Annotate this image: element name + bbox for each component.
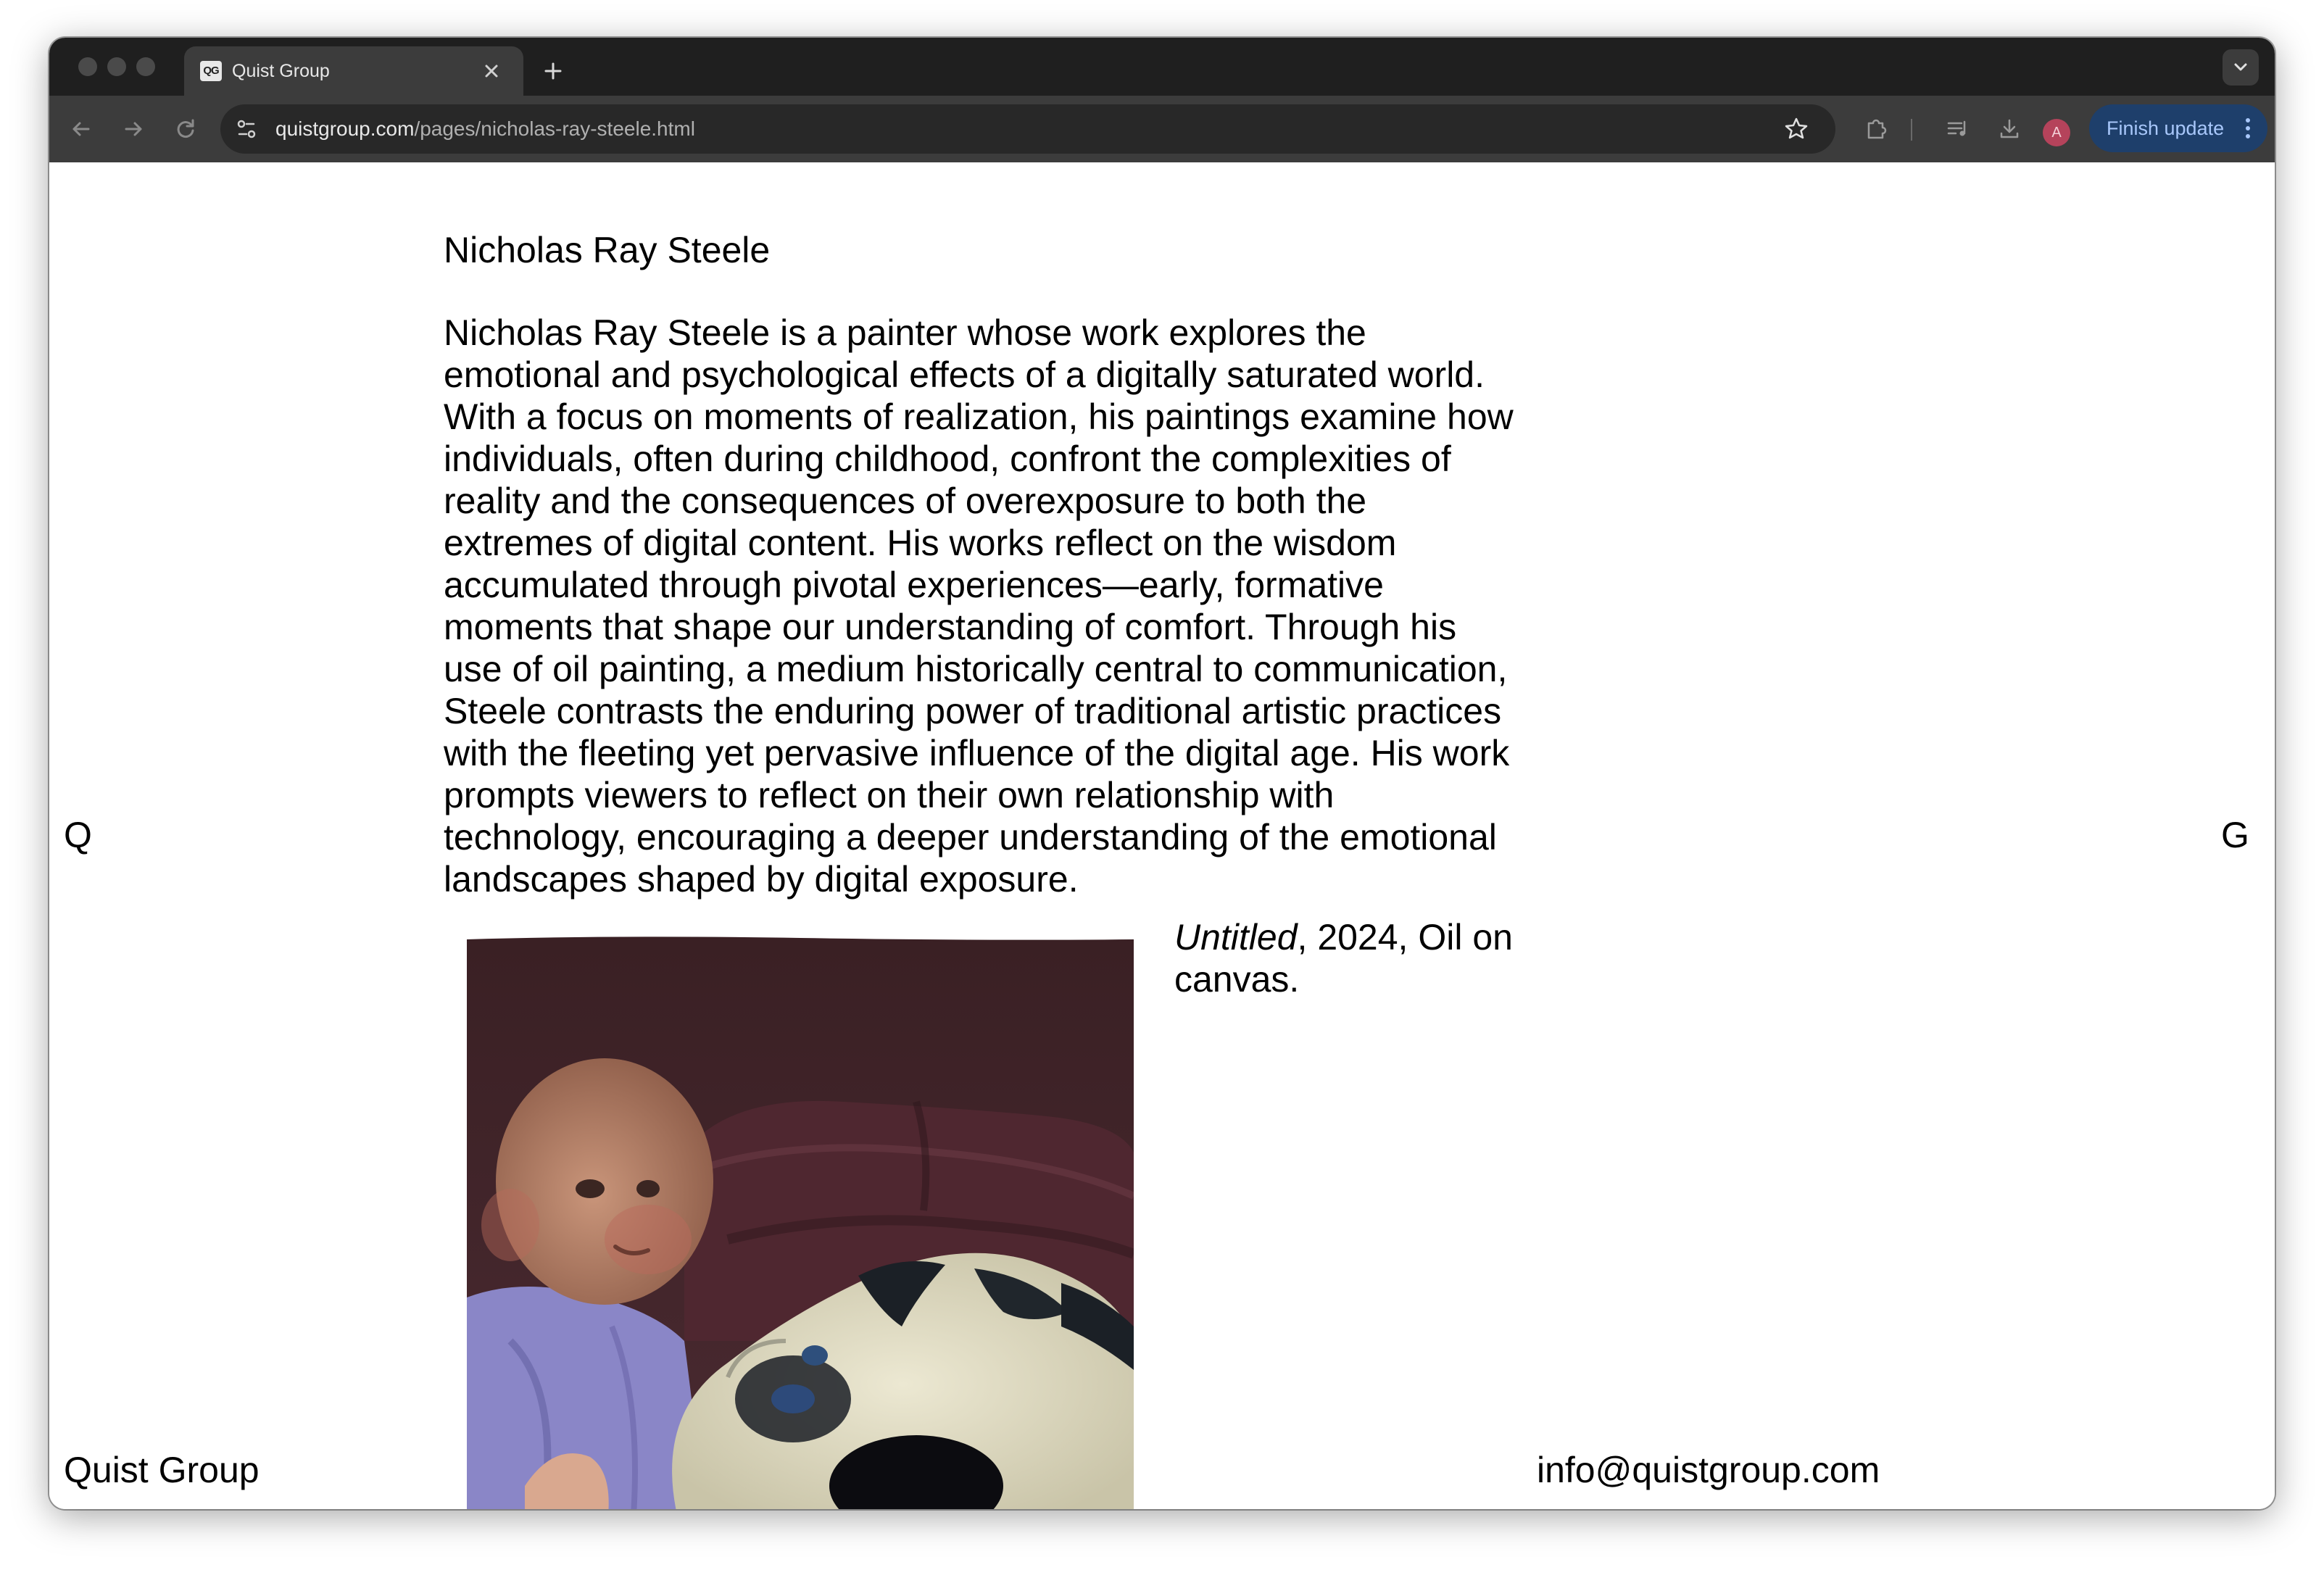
- tab-search-button[interactable]: [2223, 49, 2259, 86]
- toolbar-divider: [1911, 119, 1912, 141]
- site-settings-icon[interactable]: [232, 115, 261, 144]
- tab-quist-group[interactable]: QG Quist Group: [184, 46, 523, 96]
- artist-name-heading: Nicholas Ray Steele: [444, 230, 771, 270]
- forward-button[interactable]: [116, 112, 151, 146]
- arrow-right-icon: [125, 122, 142, 136]
- more-options-icon[interactable]: [2244, 116, 2252, 141]
- extensions-button[interactable]: [1859, 112, 1893, 146]
- browser-toolbar: quistgroup.com/pages/nicholas-ray-steele…: [49, 96, 2275, 164]
- artwork-caption: Untitled, 2024, Oil on canvas.: [1174, 916, 1530, 1000]
- tab-title: Quist Group: [232, 61, 330, 81]
- url-path: /pages/nicholas-ray-steele.html: [414, 117, 695, 140]
- media-controls-button[interactable]: [1940, 112, 1975, 146]
- tab-strip: QG Quist Group: [49, 38, 2275, 96]
- reload-icon: [177, 119, 194, 138]
- profile-avatar[interactable]: A: [2043, 119, 2070, 146]
- favicon-icon: QG: [200, 61, 222, 81]
- artist-bio: Nicholas Ray Steele is a painter whose w…: [444, 312, 1514, 900]
- puzzle-icon: [1867, 119, 1887, 139]
- artwork-title: Untitled: [1174, 917, 1298, 958]
- finish-update-button[interactable]: Finish update: [2089, 104, 2267, 152]
- back-button[interactable]: [64, 112, 99, 146]
- zoom-window-button[interactable]: [136, 57, 155, 76]
- address-bar[interactable]: quistgroup.com/pages/nicholas-ray-steele…: [220, 104, 1835, 154]
- side-logo-letter-right[interactable]: G: [2221, 815, 2249, 855]
- chevron-down-icon: [2234, 63, 2247, 71]
- minimize-window-button[interactable]: [107, 57, 126, 76]
- url-host: quistgroup.com: [275, 117, 415, 140]
- browser-window: QG Quist Group quistgroup.com/pages/nich…: [49, 38, 2275, 1509]
- reload-button[interactable]: [168, 112, 203, 146]
- arrow-left-icon: [72, 122, 90, 136]
- new-tab-button[interactable]: [535, 57, 571, 86]
- web-page: Q G Nicholas Ray Steele Nicholas Ray Ste…: [49, 162, 2275, 1509]
- downloads-button[interactable]: [1992, 112, 2027, 146]
- playlist-icon: [1947, 120, 1966, 136]
- download-icon: [2000, 119, 2019, 138]
- url-text[interactable]: quistgroup.com/pages/nicholas-ray-steele…: [275, 117, 695, 141]
- footer-site-name[interactable]: Quist Group: [64, 1450, 260, 1490]
- footer-email-link[interactable]: info@quistgroup.com: [1537, 1450, 1880, 1490]
- bookmark-star-icon[interactable]: [1782, 115, 1811, 144]
- finish-update-label: Finish update: [2107, 117, 2225, 139]
- close-tab-icon[interactable]: [477, 57, 506, 86]
- close-window-button[interactable]: [78, 57, 97, 76]
- artwork-painting-image: [467, 935, 1134, 1509]
- side-logo-letter-left[interactable]: Q: [64, 815, 92, 855]
